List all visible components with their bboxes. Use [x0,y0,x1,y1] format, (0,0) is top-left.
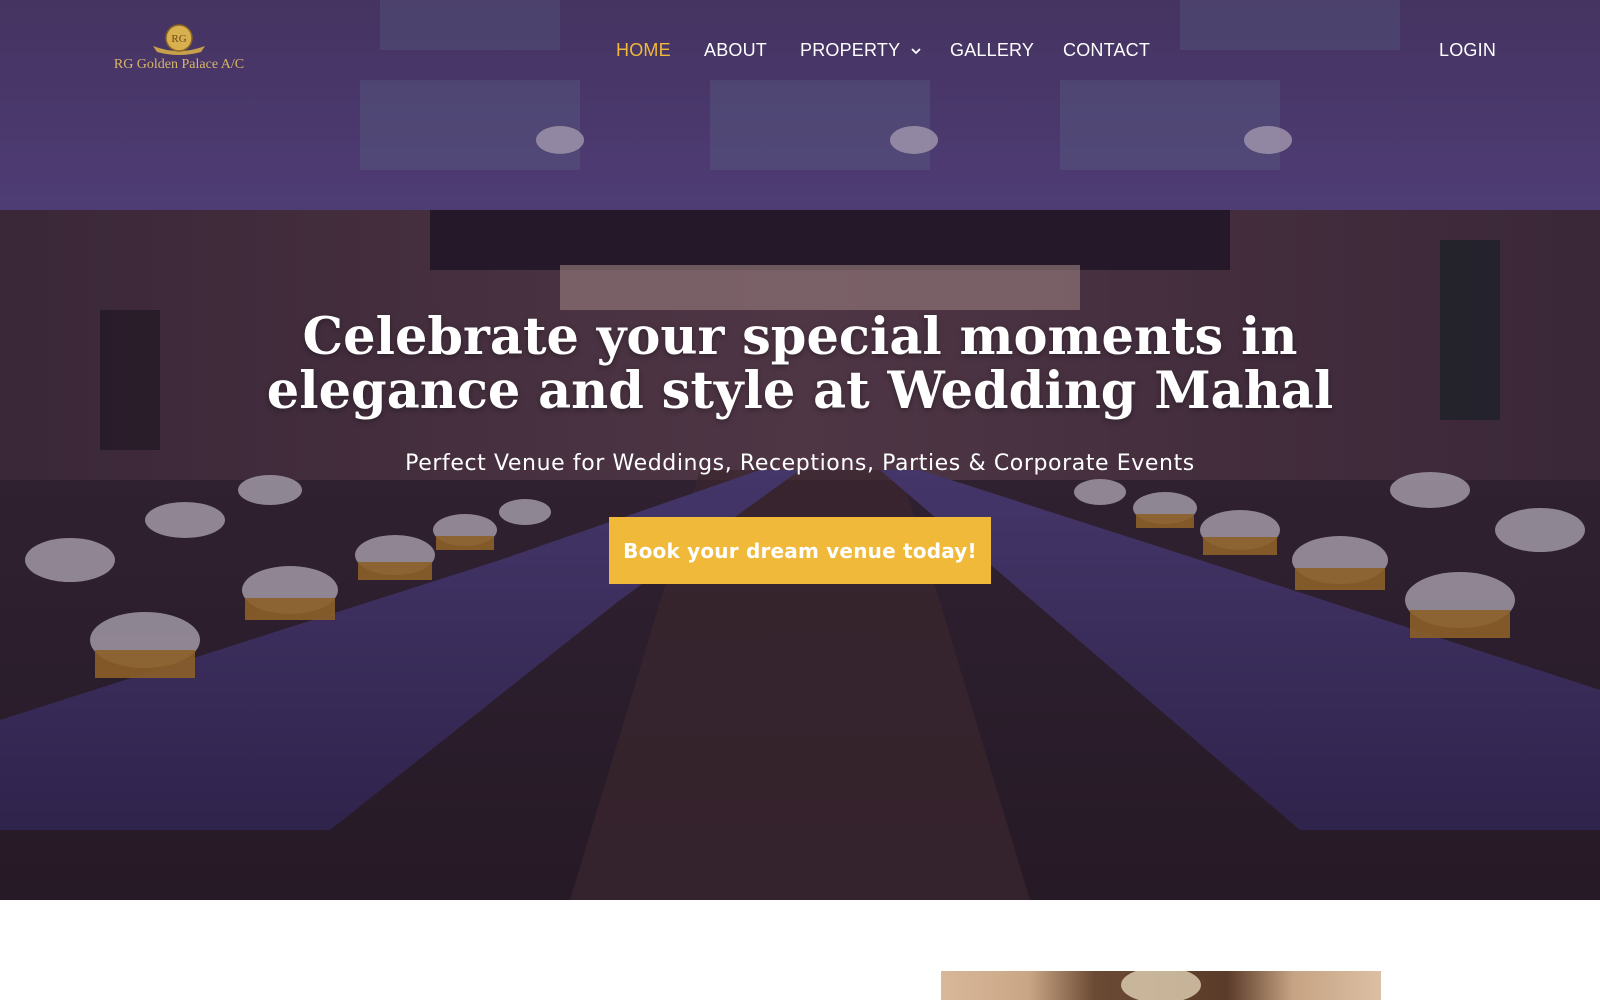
nav-property-label: PROPERTY [800,40,900,60]
nav-gallery[interactable]: GALLERY [950,38,1034,62]
hero-subline: Perfect Venue for Weddings, Receptions, … [405,451,1195,476]
nav-property[interactable]: PROPERTY [800,38,923,62]
nav-home[interactable]: HOME [616,38,671,62]
hero-overlay [0,0,1600,900]
about-section-image [941,971,1381,1000]
chevron-down-icon [911,48,921,55]
hero-headline: Celebrate your special moments in elegan… [266,307,1334,421]
chandelier-photo [1121,971,1201,1000]
book-venue-button[interactable]: Book your dream venue today! [609,517,991,584]
nav-about[interactable]: ABOUT [704,38,767,62]
hero-banner: RG RG Golden Palace A/C HOME ABOUT PROPE… [0,0,1600,900]
main-nav: HOME ABOUT PROPERTY GALLERY CONTACT LOGI… [0,38,1600,62]
login-link[interactable]: LOGIN [1439,38,1496,62]
nav-contact[interactable]: CONTACT [1063,38,1150,62]
